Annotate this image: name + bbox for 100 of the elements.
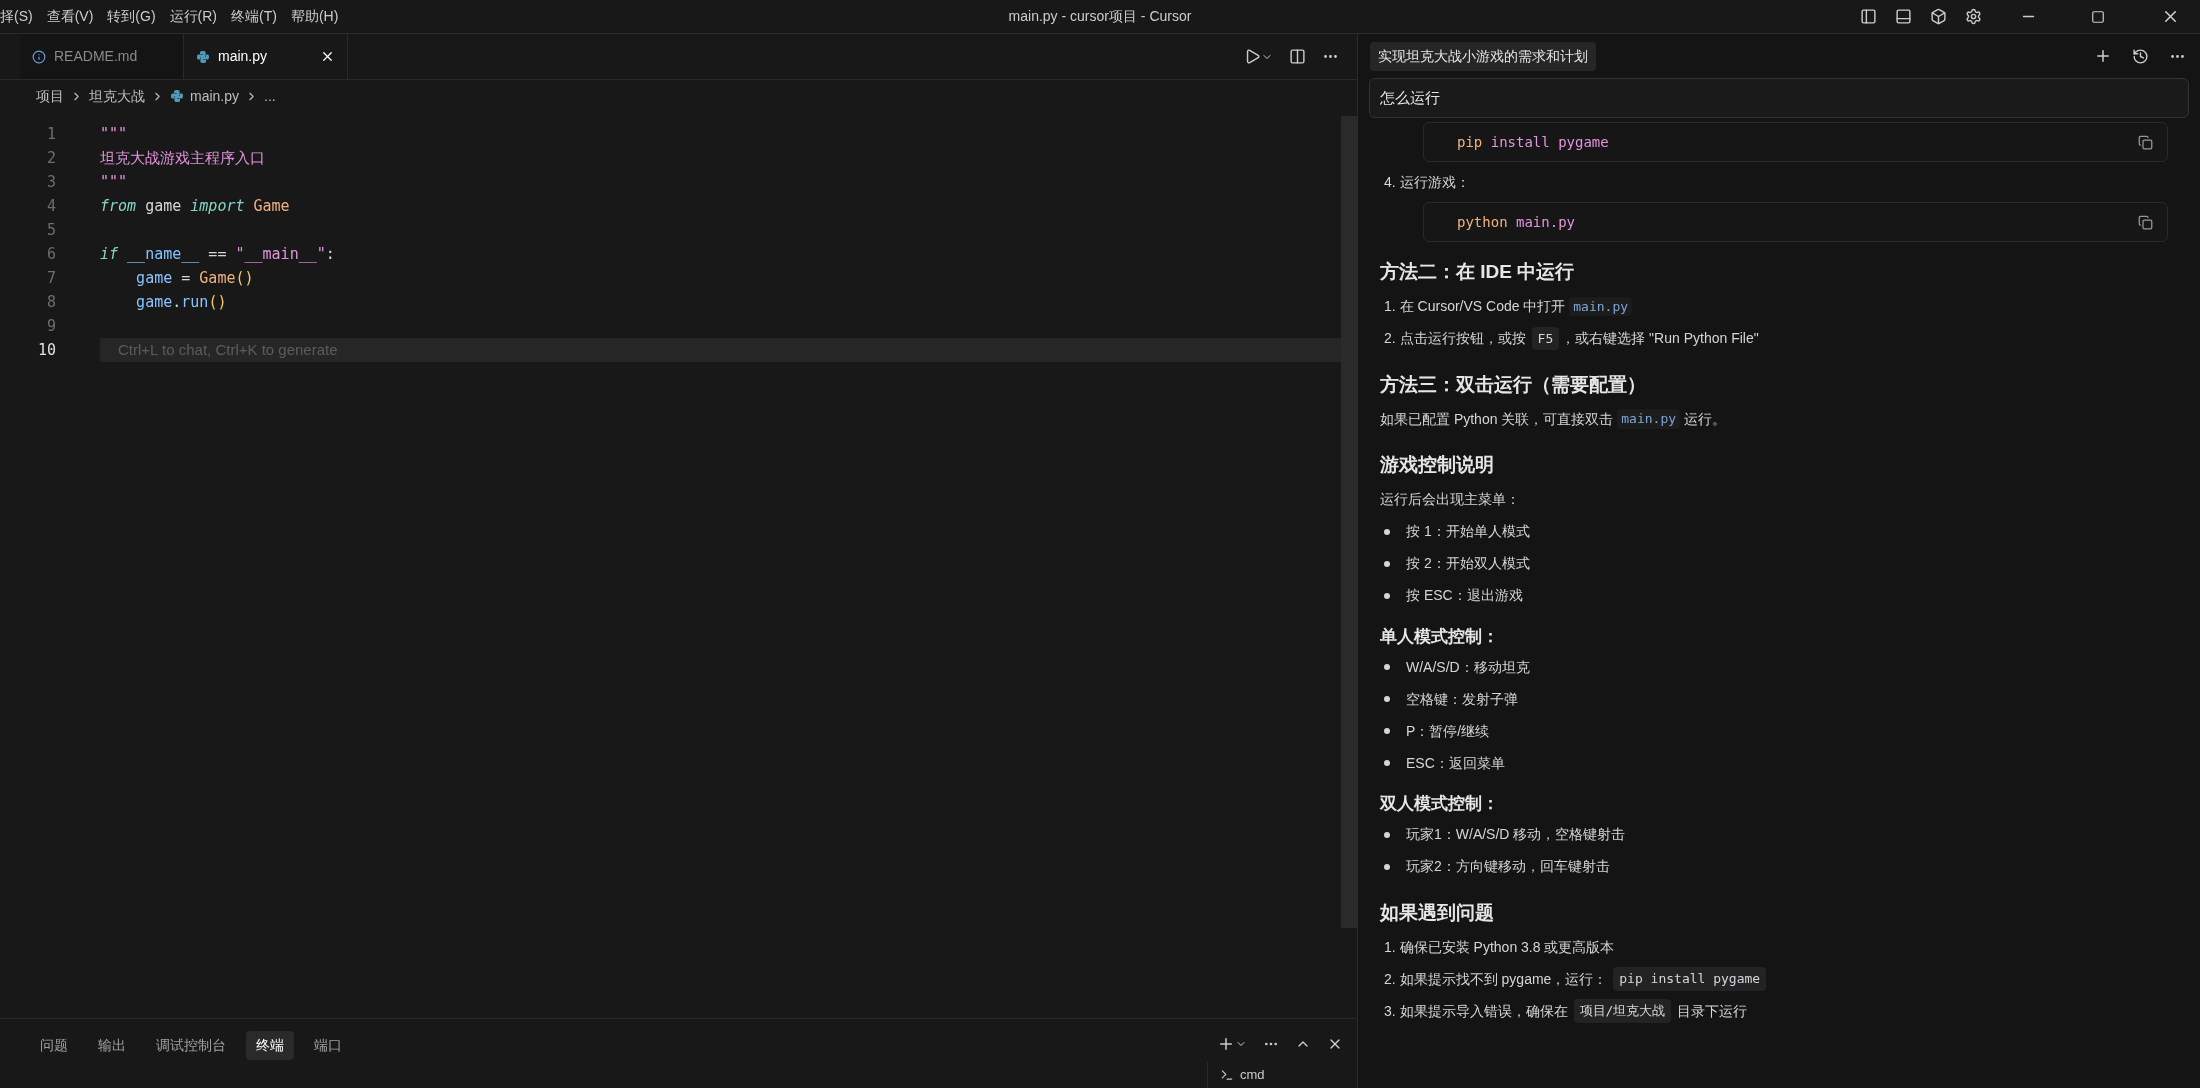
panel-tab[interactable]: 问题 (30, 1031, 78, 1060)
inline-code: pip install pygame (1613, 967, 1767, 991)
text: 如果提示导入错误，确保在 (1399, 1001, 1569, 1021)
text: 按 ESC：退出游戏 (1406, 586, 1523, 605)
bullet-icon (1384, 831, 1390, 838)
breadcrumb-item[interactable]: main.py (190, 85, 240, 107)
text: 如果已配置 Python 关联，可直接双击 (1380, 409, 1615, 429)
menu-item[interactable]: 帮助(H) (290, 6, 339, 27)
line-number: 2 (45, 148, 57, 169)
copy-icon[interactable] (2138, 134, 2153, 150)
section-heading: 方法三：双击运行（需要配置） (1380, 372, 1647, 397)
bullet-icon (1384, 760, 1390, 766)
section-heading: 游戏控制说明 (1380, 453, 1495, 477)
code-line: 坦克大战游戏主程序入口 (100, 148, 265, 169)
bullet-icon (1384, 728, 1390, 734)
text: W/A/S/D：移动坦克 (1406, 657, 1530, 677)
text: 运行游戏： (1399, 172, 1470, 192)
text: 确保已安装 Python 3.8 或更高版本 (1399, 937, 1615, 957)
list-number: 2. (1384, 969, 1396, 989)
new-chat-icon[interactable] (2094, 47, 2112, 65)
list-number: 1. (1384, 937, 1396, 957)
menu-item[interactable]: 终端(T) (231, 6, 277, 27)
subsection-heading: 双人模式控制： (1380, 793, 1500, 815)
editor-tab[interactable]: README.md (20, 34, 184, 79)
breadcrumb-item[interactable]: 项目 (36, 85, 64, 107)
code-link[interactable]: main.py (1617, 409, 1681, 429)
python-file-icon (196, 49, 210, 64)
text: 如果提示找不到 pygame，运行： (1399, 969, 1609, 989)
menu-item[interactable]: 查看(V) (46, 6, 94, 27)
breadcrumb-item[interactable]: 坦克大战 (89, 85, 145, 107)
maximize-icon[interactable] (2091, 9, 2105, 24)
line-number: 6 (45, 244, 57, 265)
bullet-icon (1384, 528, 1390, 535)
text: ESC：返回菜单 (1406, 753, 1505, 773)
line-number: 1 (45, 124, 57, 145)
code-line: game.run() (135, 292, 227, 313)
info-icon (32, 49, 46, 64)
line-number: 3 (45, 172, 57, 193)
bullet-icon (1384, 863, 1390, 870)
code-line: """ (100, 172, 128, 193)
text: 按 1：开始单人模式 (1406, 522, 1530, 541)
text: 目录下运行 (1676, 1001, 1748, 1021)
line-number: 7 (45, 268, 57, 289)
line-number: 5 (45, 220, 57, 241)
inline-code: 项目/坦克大战 (1573, 999, 1672, 1023)
query-box[interactable]: 怎么运行 (1369, 78, 2189, 118)
code-line: """ (100, 124, 128, 145)
text: 点击运行按钮，或按 (1399, 329, 1527, 348)
list-number: 4. (1384, 172, 1396, 192)
list-number: 2. (1384, 329, 1396, 348)
code-text: python main.py (1457, 212, 1575, 232)
bullet-icon (1384, 560, 1390, 567)
code-line: if __name__ == "__main__": (100, 244, 335, 265)
bullet-icon (1384, 664, 1390, 670)
panel-tab[interactable]: 输出 (88, 1031, 136, 1060)
terminal-item[interactable]: cmd (1240, 1065, 1265, 1085)
code-line: game = Game() (135, 268, 254, 289)
menu-item[interactable]: 运行(R) (169, 6, 217, 27)
line-number: 8 (45, 292, 57, 313)
panel-tab[interactable]: 终端 (246, 1031, 294, 1060)
split-editor-icon[interactable] (1289, 48, 1306, 65)
text: 按 2：开始双人模式 (1406, 554, 1530, 573)
text: 空格键：发射子弹 (1406, 689, 1518, 709)
terminal-icon (1220, 1068, 1234, 1082)
text: P：暂停/继续 (1406, 721, 1490, 741)
text: 在 Cursor/VS Code 中打开 (1399, 297, 1567, 316)
text: 运行。 (1682, 409, 1726, 429)
settings-icon[interactable] (1965, 8, 1982, 25)
list-number: 1. (1384, 297, 1396, 316)
window-title: main.py - cursor项目 - Cursor (1008, 7, 1192, 26)
run-icon[interactable] (1244, 48, 1261, 65)
python-file-icon (170, 89, 184, 103)
chat-title[interactable]: 实现坦克大战小游戏的需求和计划 (1370, 41, 1596, 71)
section-heading: 如果遇到问题 (1380, 900, 1495, 925)
code-text: pip install pygame (1457, 132, 1609, 152)
sidebar-toggle-icon[interactable] (1860, 8, 1877, 25)
panel-tab[interactable]: 调试控制台 (146, 1031, 236, 1060)
breadcrumb-item[interactable]: ... (264, 85, 276, 107)
copy-icon[interactable] (2138, 214, 2153, 230)
inline-code: F5 (1531, 326, 1560, 351)
text: 玩家2：方向键移动，回车键射击 (1406, 857, 1610, 876)
line-number: 9 (45, 316, 57, 337)
menu-item[interactable]: 转到(G) (107, 6, 156, 27)
cube-icon[interactable] (1930, 8, 1947, 25)
new-terminal-icon[interactable] (1217, 1035, 1235, 1053)
text: ，或右键选择 "Run Python File" (1561, 329, 1759, 348)
list-number: 3. (1384, 1001, 1396, 1021)
panel-tab[interactable]: 端口 (304, 1031, 352, 1060)
menu-item[interactable]: 择(S) (0, 6, 33, 27)
text: 玩家1：W/A/S/D 移动，空格键射击 (1406, 825, 1626, 844)
line-number: 4 (45, 196, 57, 217)
subsection-heading: 单人模式控制： (1380, 625, 1500, 648)
bullet-icon (1384, 696, 1390, 702)
bullet-icon (1384, 592, 1390, 599)
history-icon[interactable] (2132, 47, 2149, 65)
section-heading: 方法二：在 IDE 中运行 (1380, 260, 1576, 284)
panel-toggle-icon[interactable] (1895, 8, 1912, 25)
close-tab-icon[interactable] (320, 49, 335, 64)
text: 运行后会出现主菜单： (1380, 490, 1520, 509)
code-link[interactable]: main.py (1569, 296, 1633, 317)
